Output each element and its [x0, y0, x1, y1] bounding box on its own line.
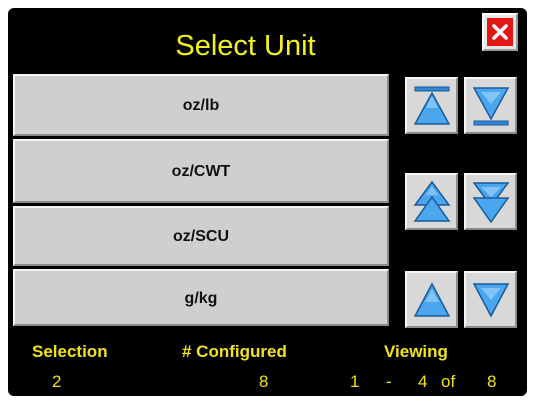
scroll-to-bottom-button[interactable] [464, 77, 517, 134]
viewing-of: of [441, 372, 456, 391]
viewing-end: 4 [418, 372, 428, 391]
viewing-total: 8 [487, 372, 497, 391]
unit-option-button[interactable]: g/kg [13, 269, 389, 326]
unit-option-button[interactable]: oz/CWT [13, 139, 389, 203]
page-up-button[interactable] [405, 173, 458, 230]
scroll-to-top-icon [413, 86, 450, 125]
unit-option-button[interactable]: oz/SCU [13, 206, 389, 266]
unit-option-button[interactable]: oz/lb [13, 74, 389, 136]
scroll-to-top-button[interactable] [405, 77, 458, 134]
viewing-dash: - [386, 372, 392, 391]
scroll-to-bottom-icon [472, 86, 509, 125]
configured-value: 8 [259, 372, 269, 391]
close-button[interactable] [482, 13, 518, 51]
page-up-icon [413, 180, 450, 222]
close-x-icon [487, 18, 513, 46]
select-unit-dialog: Select Unit oz/lb oz/CWT oz/SCU g/kg Sel… [8, 8, 527, 396]
selection-label: Selection [32, 342, 108, 361]
selection-value: 2 [52, 372, 62, 391]
unit-option-label: oz/SCU [173, 228, 229, 245]
page-down-icon [472, 181, 509, 223]
configured-label: # Configured [182, 342, 287, 361]
scroll-down-button[interactable] [464, 271, 517, 328]
down-arrow-icon [472, 282, 509, 318]
unit-option-label: oz/CWT [171, 163, 231, 180]
up-arrow-icon [413, 281, 450, 317]
unit-option-label: g/kg [184, 289, 218, 307]
unit-option-label: oz/lb [182, 97, 220, 114]
dialog-title: Select Unit [175, 30, 316, 62]
scroll-up-button[interactable] [405, 271, 458, 328]
viewing-start: 1 [350, 372, 360, 391]
viewing-label: Viewing [384, 342, 448, 361]
page-down-button[interactable] [464, 173, 517, 230]
